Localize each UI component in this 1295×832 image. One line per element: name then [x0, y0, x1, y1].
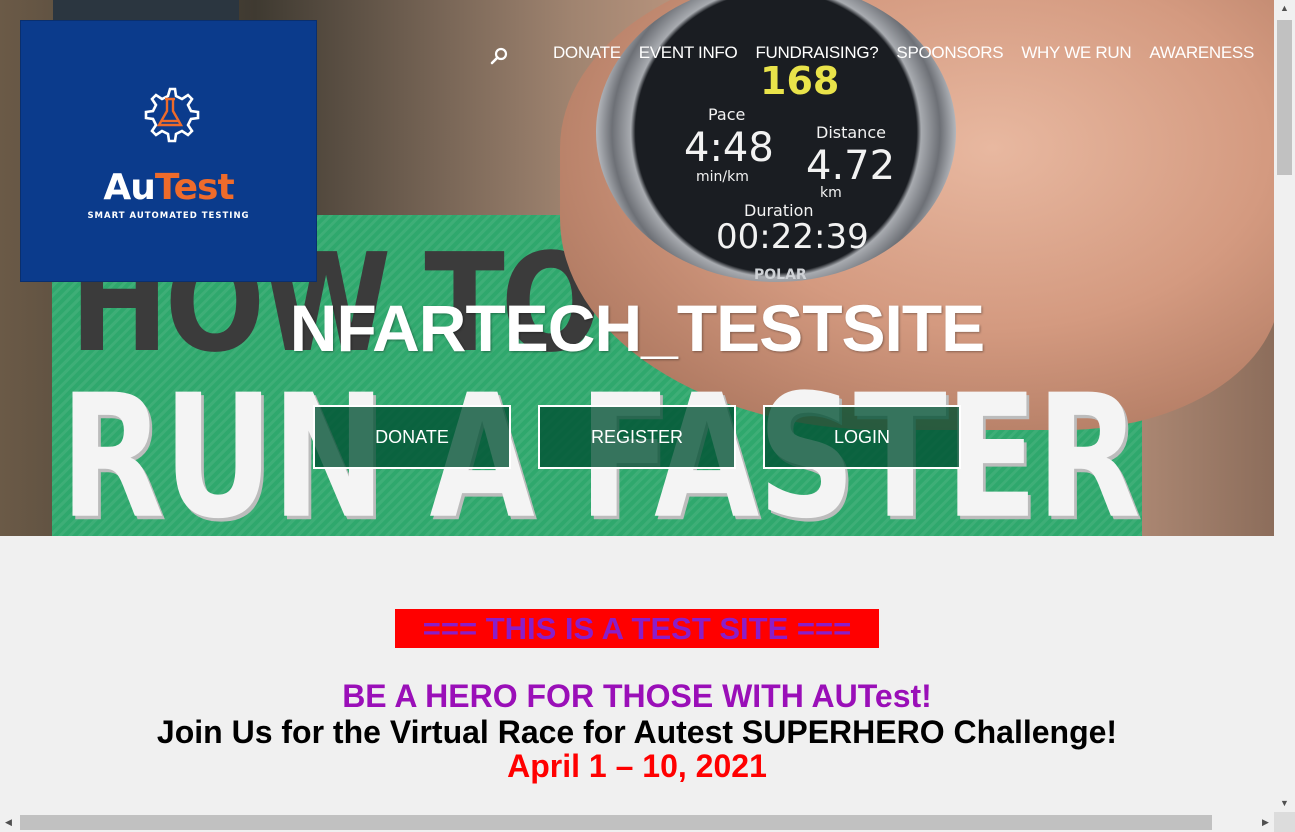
gear-flask-icon	[144, 87, 200, 143]
logo-tagline: SMART AUTOMATED TESTING	[87, 211, 250, 221]
hero-register-button[interactable]: REGISTER	[538, 405, 736, 469]
watch-heart-rate: 168	[760, 59, 840, 103]
watch-face: 168 Pace 4:48 min/km Distance 4.72 km Du…	[668, 45, 898, 283]
watch-pace-label: Pace	[708, 105, 746, 124]
logo-wordmark: AuTest	[21, 167, 316, 208]
nav-item-why-we-run[interactable]: WHY WE RUN	[1021, 43, 1131, 63]
vertical-scroll-thumb[interactable]	[1277, 20, 1292, 175]
scroll-down-icon[interactable]: ▼	[1274, 795, 1295, 812]
watch-distance-label: Distance	[816, 123, 886, 142]
scroll-left-icon[interactable]: ◀	[0, 812, 17, 832]
nav-item-donate[interactable]: DONATE	[553, 43, 621, 63]
nav-item-awareness[interactable]: AWARENESS	[1149, 43, 1254, 63]
vertical-scrollbar[interactable]: ▲ ▼	[1274, 0, 1295, 812]
logo-name-au: Au	[103, 167, 155, 208]
watch-distance-unit: km	[820, 185, 842, 201]
nav-item-event-info[interactable]: EVENT INFO	[639, 43, 738, 63]
search-icon[interactable]	[489, 46, 509, 66]
scrollbar-corner	[1274, 812, 1295, 832]
main-navigation: DONATE EVENT INFO FUNDRAISING? SPOONSORS…	[489, 42, 1254, 66]
hero-donate-button[interactable]: DONATE	[313, 405, 511, 469]
hero-top-decoration	[53, 0, 239, 20]
headline-hero: BE A HERO FOR THOSE WITH AUTest!	[342, 678, 932, 714]
horizontal-scroll-thumb[interactable]	[20, 815, 1212, 830]
logo-name-test: Test	[154, 167, 235, 208]
headline-virtual-race: Join Us for the Virtual Race for Autest …	[156, 714, 1118, 750]
watch-pace-unit: min/km	[696, 169, 749, 185]
site-logo[interactable]: AuTest SMART AUTOMATED TESTING	[20, 20, 317, 282]
site-title: NFARTECH_TESTSITE	[289, 291, 985, 365]
scroll-right-icon[interactable]: ▶	[1257, 812, 1274, 832]
test-site-notice: === THIS IS A TEST SITE ===	[395, 609, 879, 648]
hero-login-button[interactable]: LOGIN	[763, 405, 961, 469]
nav-item-fundraising[interactable]: FUNDRAISING?	[755, 43, 878, 63]
watch-brand: POLAR	[754, 267, 807, 283]
search-icon-glyph	[490, 47, 508, 65]
scroll-up-icon[interactable]: ▲	[1274, 0, 1295, 17]
main-content: === THIS IS A TEST SITE === BE A HERO FO…	[0, 536, 1274, 812]
nav-item-sponsors[interactable]: SPOONSORS	[896, 43, 1003, 63]
watch-duration-value: 00:22:39	[716, 217, 869, 257]
watch-pace-value: 4:48	[684, 125, 774, 171]
watch-distance-value: 4.72	[806, 143, 896, 189]
headline-event-dates: April 1 – 10, 2021	[507, 748, 767, 784]
horizontal-scrollbar[interactable]: ◀ ▶	[0, 812, 1274, 832]
